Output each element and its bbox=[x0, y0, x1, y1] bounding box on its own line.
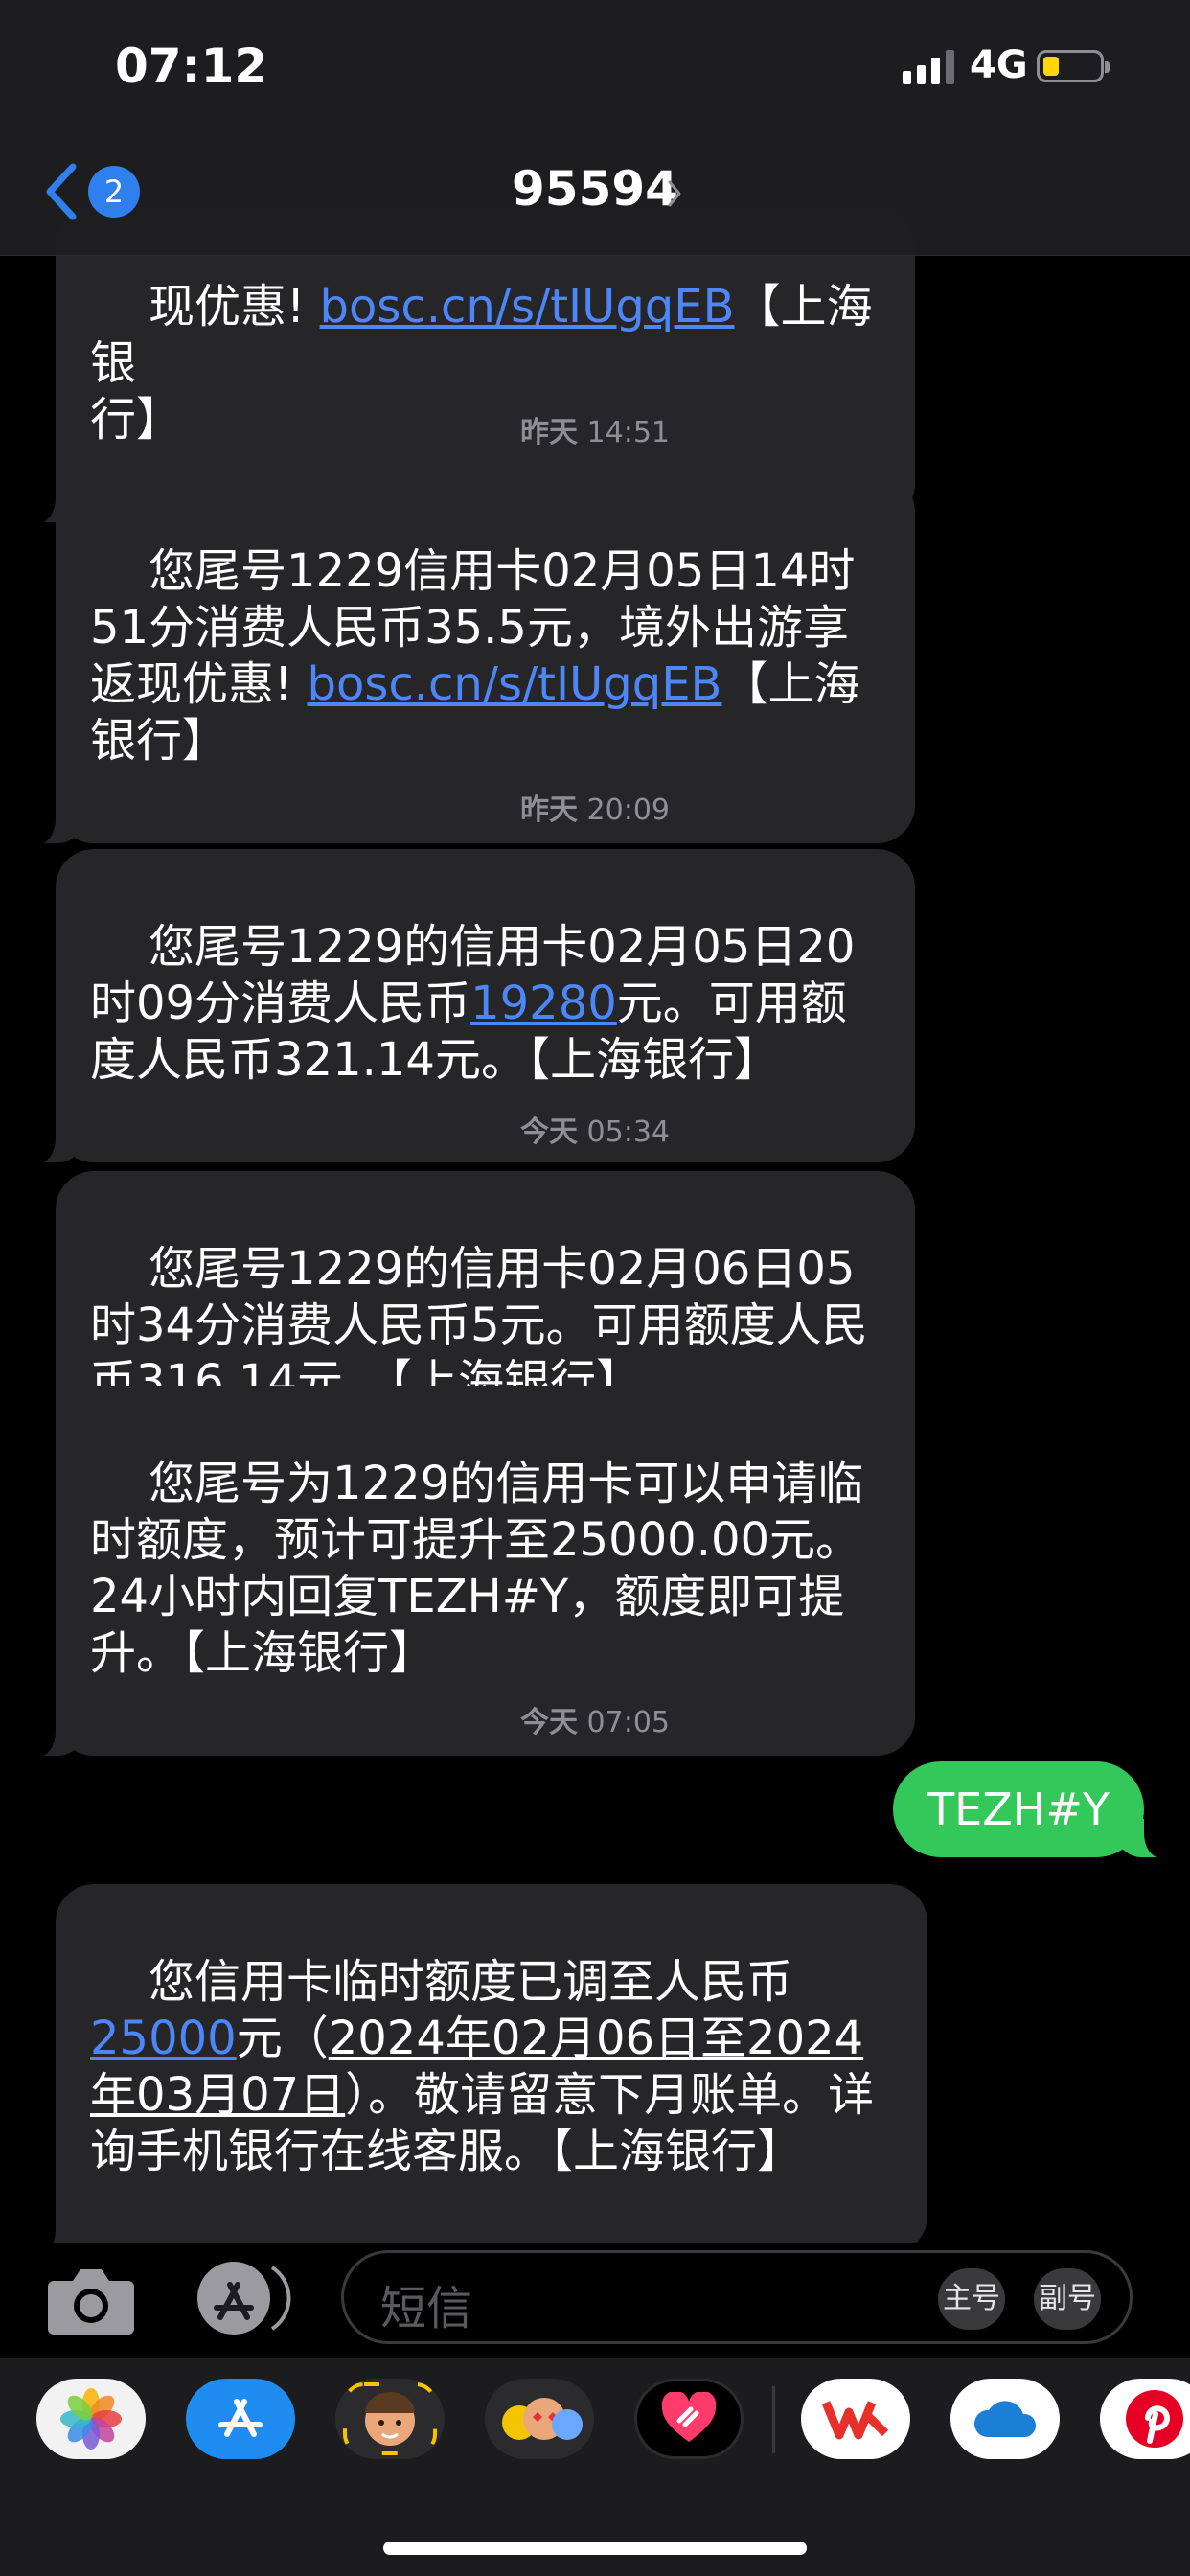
timestamp-day: 昨天 bbox=[519, 794, 578, 827]
timestamp-time: 07:05 bbox=[586, 1706, 670, 1739]
imessage-app-drawer bbox=[0, 2358, 1190, 2576]
sim-primary-button[interactable]: 主号 bbox=[938, 2268, 1005, 2330]
timestamp-day: 今天 bbox=[519, 1706, 578, 1739]
timestamp-time: 05:34 bbox=[586, 1116, 670, 1149]
app-store-icon[interactable] bbox=[186, 2379, 295, 2459]
compose-bar: 短信 主号 副号 bbox=[0, 2242, 1190, 2358]
chevron-right-icon[interactable] bbox=[667, 178, 682, 209]
memoji-stickers-icon[interactable] bbox=[485, 2379, 594, 2459]
message-link[interactable]: bosc.cn/s/tIUgqEB bbox=[308, 657, 722, 711]
timestamp-time: 14:51 bbox=[586, 416, 670, 449]
message-text: 现优惠! bbox=[149, 280, 320, 334]
drawer-divider bbox=[772, 2386, 775, 2453]
message-timestamp: 昨天 20:09 bbox=[0, 786, 1190, 828]
memoji-icon[interactable] bbox=[335, 2379, 445, 2459]
message-text: 您尾号1229的信用卡02月06日05时34分消费人民币5元。可用额度人民币31… bbox=[90, 1242, 868, 1409]
message-text: TEZH#Y bbox=[927, 1783, 1110, 1835]
network-type: 4G bbox=[970, 43, 1028, 87]
app-store-icon[interactable] bbox=[192, 2258, 297, 2338]
battery-icon bbox=[1037, 50, 1110, 82]
message-timestamp: 今天 05:34 bbox=[0, 1108, 1190, 1150]
camera-icon[interactable] bbox=[46, 2260, 136, 2340]
message-placeholder: 短信 bbox=[380, 2282, 473, 2335]
message-list[interactable]: 现优惠! bosc.cn/s/tIUgqEB【上海银 行】 昨天 14:51 您… bbox=[0, 0, 1190, 2255]
message-text: 元（ bbox=[236, 2012, 329, 2065]
message-bubble-outgoing[interactable]: TEZH#Y bbox=[893, 1761, 1169, 1858]
conversation-header: 07:12 4G 2 95594 bbox=[0, 0, 1190, 256]
message-text: 您尾号为1229的信用卡可以申请临时额度，预计可提升至25000.00元。24小… bbox=[90, 1457, 864, 1680]
wps-office-icon[interactable] bbox=[801, 2379, 910, 2459]
message-input[interactable]: 短信 主号 副号 bbox=[341, 2250, 1133, 2344]
message-link[interactable]: 19280 bbox=[470, 977, 617, 1030]
photos-icon[interactable] bbox=[36, 2379, 146, 2459]
message-link[interactable]: 25000 bbox=[90, 2012, 237, 2065]
timestamp-day: 今天 bbox=[519, 1116, 578, 1149]
message-bubble-incoming[interactable]: 您信用卡临时额度已调至人民币 25000元（2024年02月06日至2024年0… bbox=[31, 1884, 927, 2255]
digital-touch-icon[interactable] bbox=[634, 2379, 744, 2459]
onedrive-icon[interactable] bbox=[950, 2379, 1060, 2459]
message-timestamp: 昨天 14:51 bbox=[0, 408, 1190, 450]
timestamp-time: 20:09 bbox=[586, 794, 670, 827]
message-text: 您信用卡临时额度已调至人民币 bbox=[149, 1955, 793, 2009]
cellular-signal-icon bbox=[903, 50, 954, 84]
home-indicator bbox=[383, 2542, 807, 2555]
contact-name[interactable]: 95594 bbox=[0, 161, 1190, 217]
timestamp-day: 昨天 bbox=[519, 416, 578, 449]
message-link[interactable]: bosc.cn/s/tIUgqEB bbox=[320, 280, 735, 334]
pinterest-icon[interactable] bbox=[1100, 2379, 1190, 2459]
status-time: 07:12 bbox=[115, 38, 268, 94]
sim-secondary-button[interactable]: 副号 bbox=[1034, 2268, 1101, 2330]
message-timestamp: 今天 07:05 bbox=[0, 1698, 1190, 1740]
